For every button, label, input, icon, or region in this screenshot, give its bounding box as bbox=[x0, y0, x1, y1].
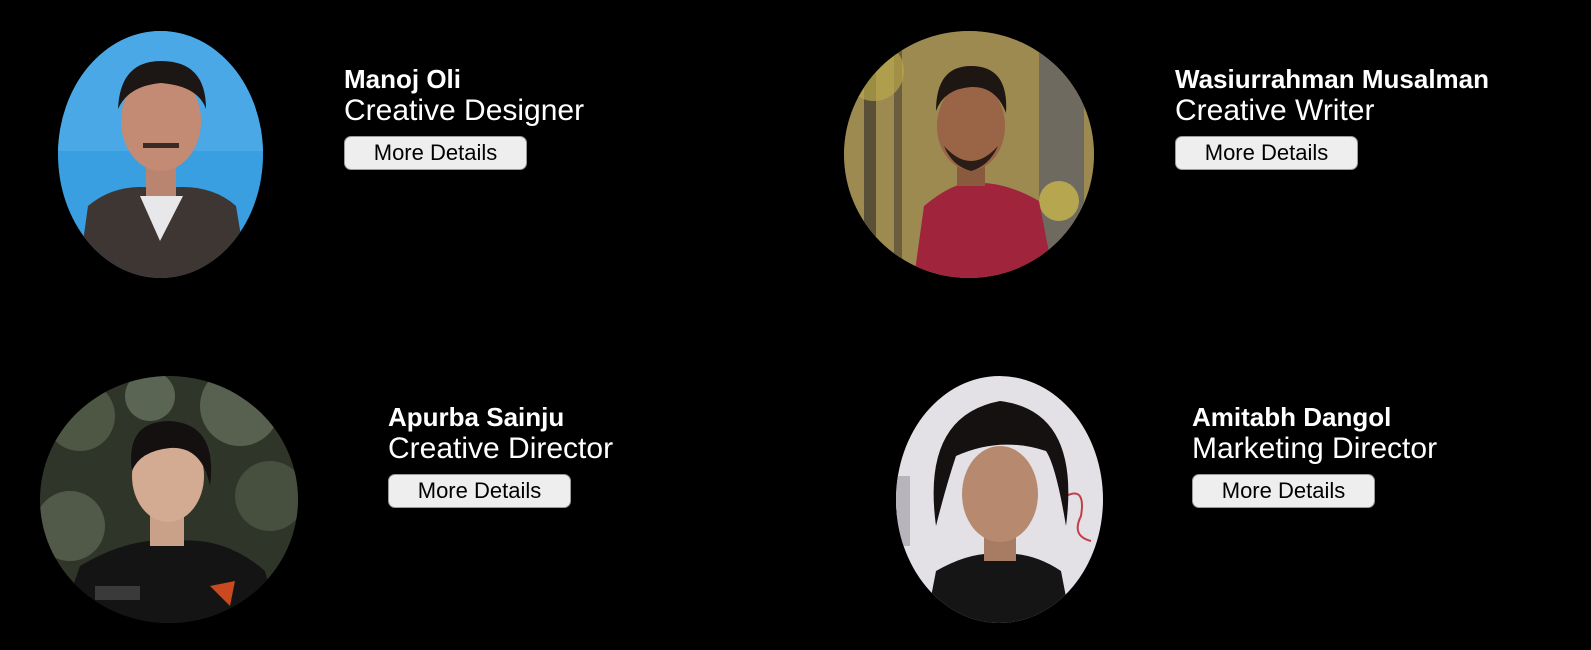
profile-photo bbox=[40, 376, 298, 623]
member-name: Manoj Oli bbox=[344, 64, 461, 94]
profile-photo bbox=[58, 31, 263, 278]
more-details-button[interactable]: More Details bbox=[388, 474, 571, 508]
profile-photo bbox=[896, 376, 1103, 623]
member-role: Marketing Director bbox=[1192, 432, 1438, 465]
member-role: Creative Designer bbox=[344, 94, 585, 127]
more-details-button[interactable]: More Details bbox=[1175, 136, 1358, 170]
profile-photo bbox=[844, 31, 1094, 278]
more-details-button[interactable]: More Details bbox=[344, 136, 527, 170]
member-name: Wasiurrahman Musalman bbox=[1175, 64, 1490, 94]
team-section: Manoj Oli Creative Designer More Details bbox=[0, 0, 1591, 650]
member-role: Creative Writer bbox=[1175, 94, 1375, 127]
member-role: Creative Director bbox=[388, 432, 614, 465]
member-name: Apurba Sainju bbox=[388, 402, 565, 432]
more-details-button[interactable]: More Details bbox=[1192, 474, 1375, 508]
member-name: Amitabh Dangol bbox=[1192, 402, 1392, 432]
